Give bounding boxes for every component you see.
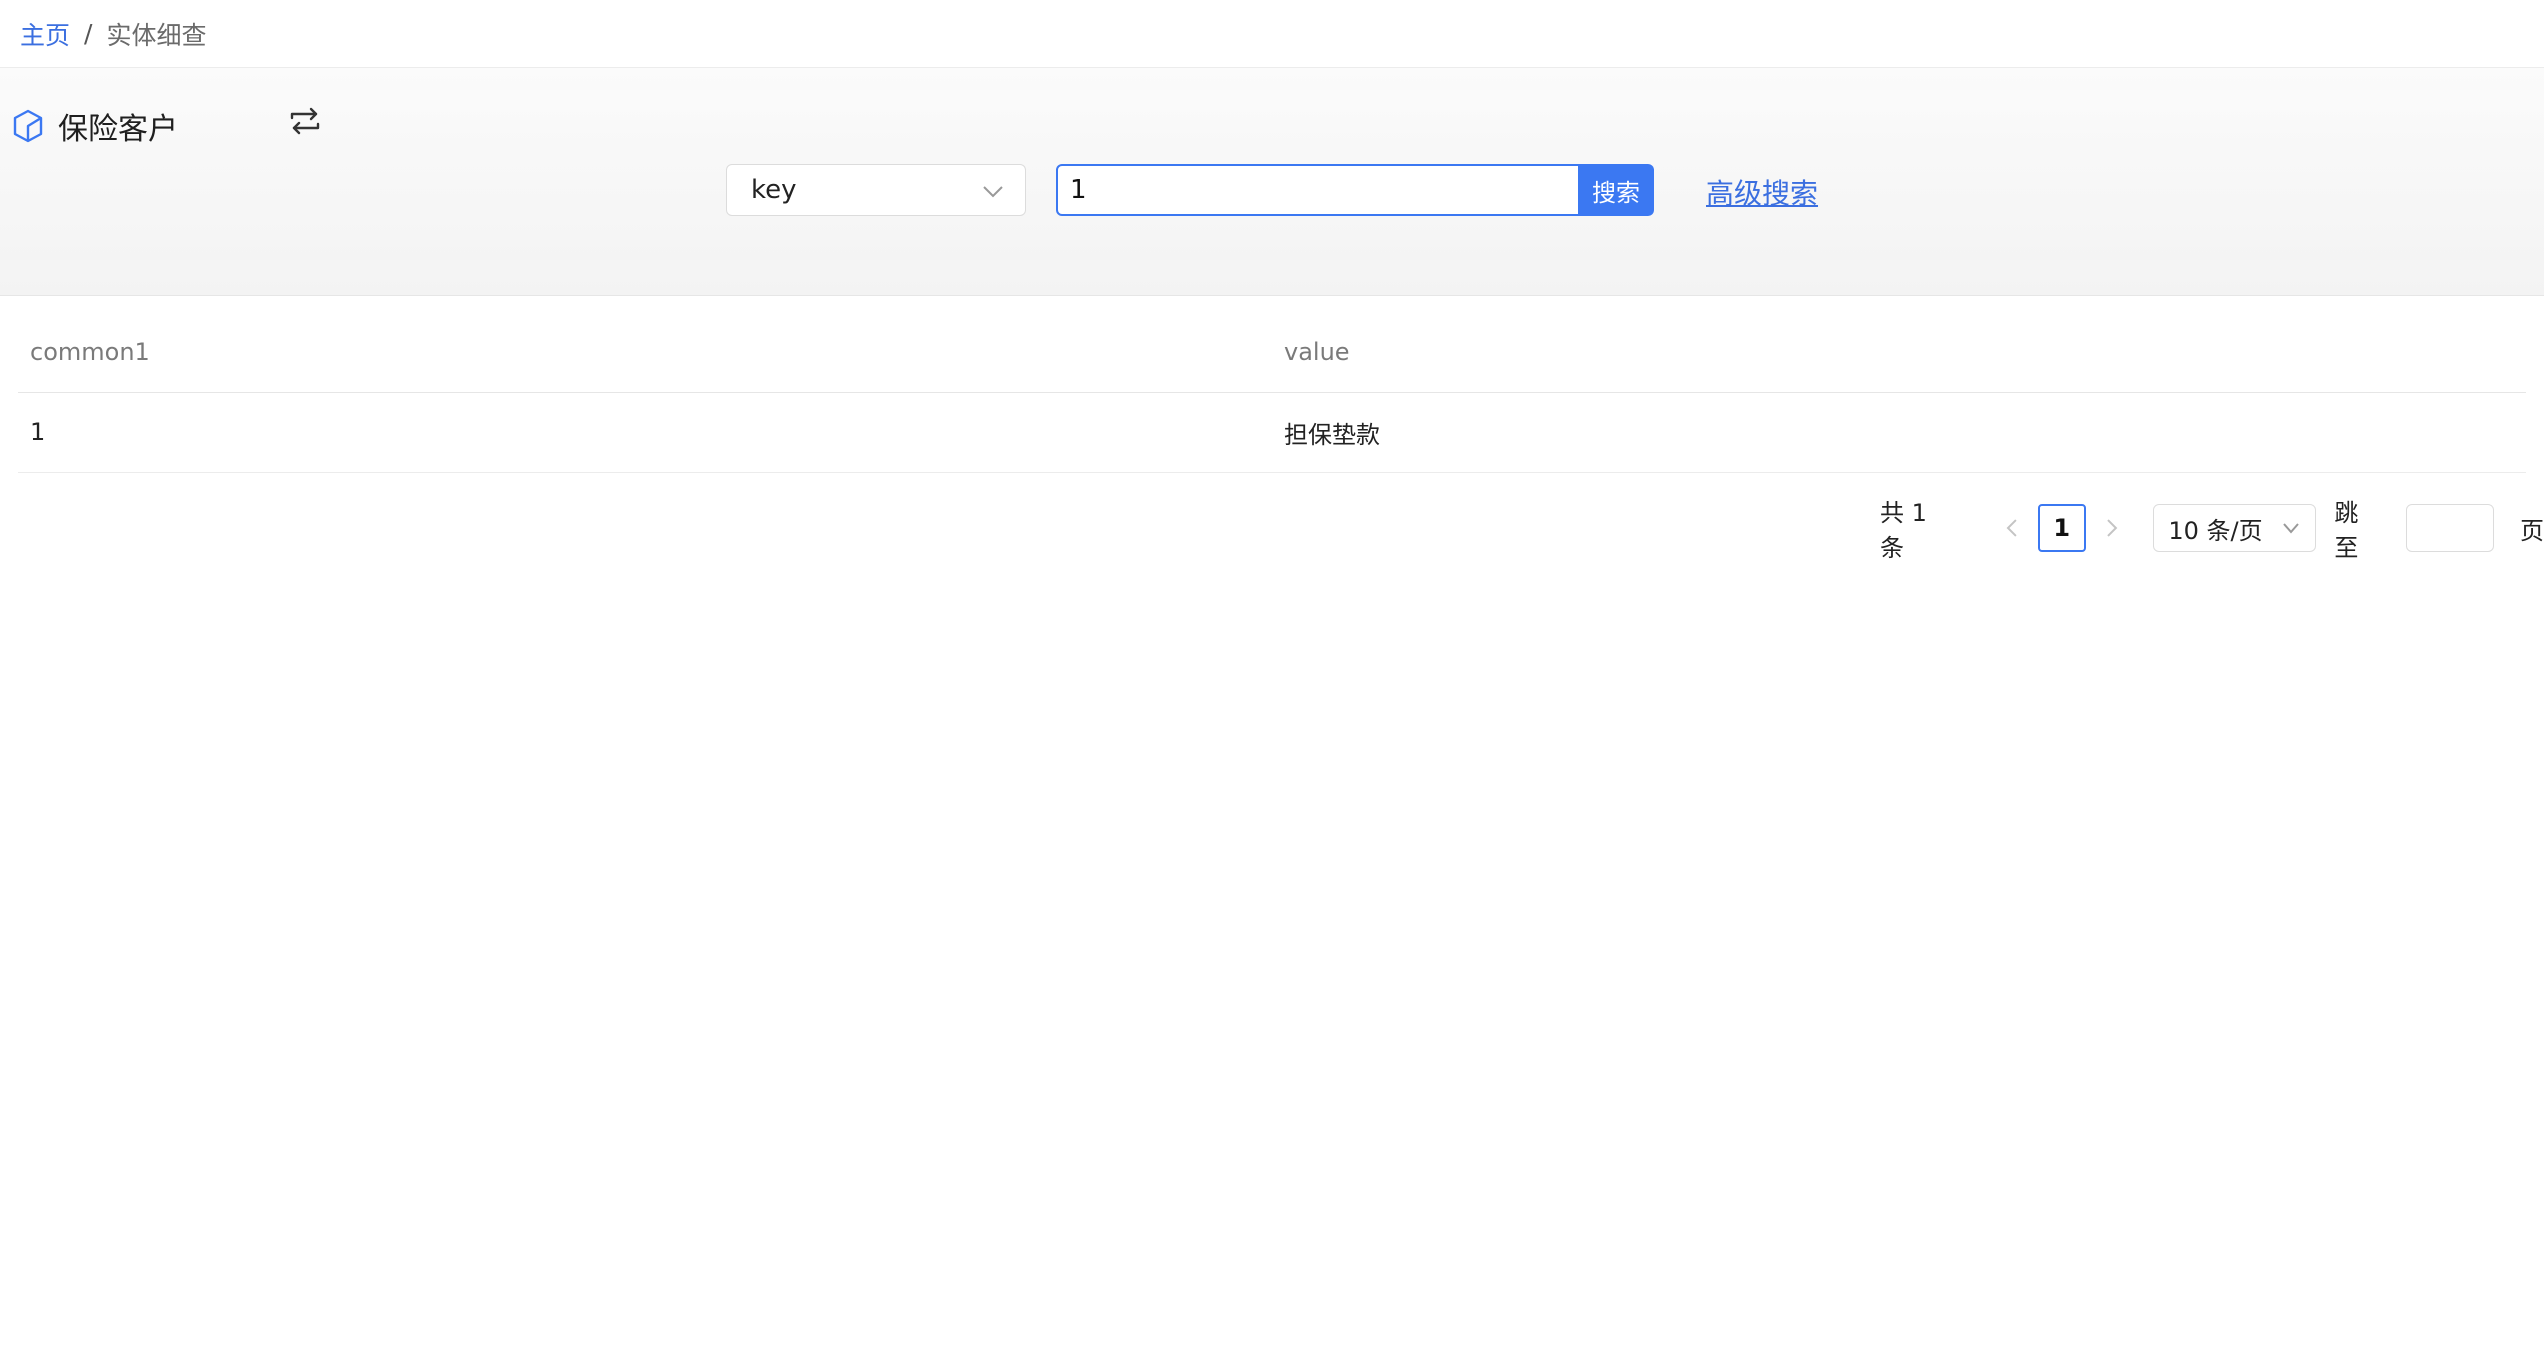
entity-title: 保险客户 — [58, 112, 178, 147]
page-size-select[interactable]: 10 条/页 — [2153, 504, 2317, 552]
entity-header: 保险客户 — [12, 104, 178, 148]
table-cell: 1 — [18, 392, 1272, 473]
page-unit-label: 页 — [2520, 516, 2544, 545]
chevron-down-icon — [983, 186, 1003, 198]
column-header: value — [1272, 312, 2526, 393]
table-row: 1 担保垫款 — [18, 392, 2526, 473]
breadcrumb-separator: / — [84, 19, 93, 48]
column-header: common1 — [18, 312, 1272, 393]
breadcrumb: 主页 / 实体细查 — [0, 0, 2544, 68]
chevron-right-icon[interactable] — [2102, 516, 2122, 540]
advanced-search-link[interactable]: 高级搜索 — [1706, 172, 1818, 212]
search-panel: 保险客户 key 搜索 高级搜索 — [0, 68, 2544, 296]
search-field-select[interactable]: key — [726, 164, 1026, 216]
breadcrumb-current: 实体细查 — [106, 20, 207, 50]
table-cell: 担保垫款 — [1272, 392, 2526, 473]
results-table: common1 value 1 担保垫款 — [18, 312, 2526, 473]
search-input[interactable] — [1056, 164, 1580, 216]
jump-to-page-input[interactable] — [2406, 504, 2494, 552]
pagination-total: 共 1 条 — [1880, 499, 1927, 562]
jump-to-label: 跳至 — [2334, 499, 2359, 562]
search-button[interactable]: 搜索 — [1578, 164, 1654, 216]
search-field-select-value: key — [751, 175, 797, 205]
page-number-current[interactable]: 1 — [2037, 504, 2086, 552]
chevron-left-icon[interactable] — [2002, 516, 2022, 540]
breadcrumb-home-link[interactable]: 主页 — [20, 16, 70, 52]
pagination: 共 1 条 1 10 条/页 跳至 页 — [1880, 499, 2544, 562]
page-size-value: 10 条/页 — [2168, 516, 2263, 545]
cube-icon — [13, 109, 43, 143]
chevron-down-icon — [2283, 523, 2300, 534]
table-header-row: common1 value — [18, 312, 2526, 393]
switch-arrows-icon[interactable] — [288, 106, 322, 136]
